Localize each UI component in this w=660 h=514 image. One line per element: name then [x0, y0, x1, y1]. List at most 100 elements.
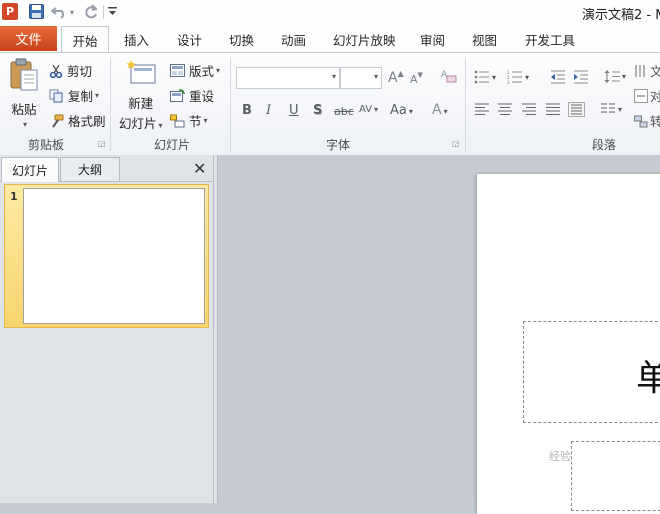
group-divider	[230, 57, 231, 151]
text-shadow-button[interactable]: S	[313, 103, 322, 118]
slide-thumbnail[interactable]	[23, 188, 205, 324]
reset-label: 重设	[189, 89, 215, 104]
change-case-button[interactable]: Aa ▾	[390, 103, 413, 118]
tab-home[interactable]: 开始	[61, 26, 109, 53]
change-case-dropdown-icon: ▾	[408, 107, 413, 116]
character-spacing-button[interactable]: AV ▾	[359, 104, 378, 115]
save-icon[interactable]	[28, 3, 44, 19]
change-case-label: Aa	[390, 103, 407, 118]
tab-animations[interactable]: 动画	[281, 30, 306, 49]
redo-icon[interactable]	[82, 3, 100, 21]
columns-icon	[601, 103, 615, 113]
tab-review[interactable]: 审阅	[420, 30, 445, 49]
clipboard-launcher-icon[interactable]: ◲	[98, 139, 106, 148]
grow-font-button[interactable]: A ▲	[388, 69, 404, 86]
grow-font-label: A	[388, 69, 398, 86]
paste-icon	[10, 58, 38, 91]
font-color-dropdown-icon: ▾	[443, 107, 448, 116]
font-color-button[interactable]: A ▾	[432, 102, 448, 118]
customize-quick-access-icon[interactable]	[107, 3, 117, 21]
new-slide-label-line2: 幻灯片	[119, 116, 157, 131]
title-bar: P ▾ 演示文稿2 - M	[0, 0, 660, 25]
text-direction-label: 文	[650, 64, 660, 79]
undo-icon[interactable]	[50, 3, 68, 21]
increase-indent-icon[interactable]	[573, 70, 589, 84]
font-color-label: A	[432, 102, 442, 118]
numbering-icon: 123	[507, 70, 522, 84]
layout-label: 版式	[189, 64, 215, 79]
cut-button[interactable]: 剪切	[49, 61, 92, 80]
align-left-icon[interactable]	[474, 103, 490, 116]
bullets-button[interactable]: ▾	[474, 70, 496, 84]
clear-formatting-icon[interactable]: A	[440, 67, 457, 84]
character-spacing-label: AV	[359, 104, 373, 115]
slide-number: 1	[10, 190, 18, 203]
tab-slides-view[interactable]: 幻灯片	[1, 157, 59, 182]
align-text-label: 对	[650, 89, 660, 104]
columns-dropdown-icon: ▾	[618, 105, 623, 114]
undo-dropdown-icon[interactable]: ▾	[68, 3, 76, 21]
new-slide-dropdown-icon: ▾	[158, 121, 163, 130]
tab-design[interactable]: 设计	[177, 30, 202, 49]
text-direction-icon	[635, 64, 645, 77]
font-name-dropdown-icon[interactable]: ▾	[332, 72, 336, 81]
scissors-icon	[49, 64, 63, 78]
section-button[interactable]: 节 ▾	[170, 111, 208, 130]
tab-transitions[interactable]: 切换	[229, 30, 254, 49]
format-painter-button[interactable]: 格式刷	[49, 111, 106, 130]
svg-text:3: 3	[507, 80, 510, 84]
reset-button[interactable]: 重设	[170, 86, 214, 105]
line-spacing-button[interactable]: ▾	[604, 69, 626, 84]
tab-file[interactable]: 文件	[0, 26, 57, 51]
tab-slide-show[interactable]: 幻灯片放映	[333, 30, 396, 49]
quick-access-divider	[103, 5, 104, 19]
reset-icon	[170, 88, 185, 102]
close-panel-icon[interactable]: ✕	[193, 159, 206, 178]
font-group-label: 字体	[326, 138, 351, 152]
distributed-align-icon[interactable]	[568, 102, 585, 117]
bullets-dropdown-icon: ▾	[492, 72, 497, 82]
convert-label: 转	[650, 114, 660, 129]
tab-outline-view[interactable]: 大纲	[60, 157, 120, 181]
tab-developer[interactable]: 开发工具	[525, 30, 575, 49]
font-size-dropdown-icon[interactable]: ▾	[374, 72, 378, 81]
bold-button[interactable]: B	[242, 103, 252, 118]
new-slide-button[interactable]: 新建 幻灯片 ▾	[119, 59, 163, 132]
copy-button[interactable]: 复制 ▾	[49, 86, 99, 105]
decrease-indent-icon[interactable]	[550, 70, 566, 84]
tab-view[interactable]: 视图	[472, 30, 497, 49]
text-direction-button[interactable]: 文	[634, 61, 660, 80]
underline-button[interactable]: U	[289, 103, 299, 118]
new-slide-icon	[126, 60, 156, 84]
title-placeholder-text: 单	[636, 358, 660, 399]
align-text-button[interactable]: 对	[634, 86, 660, 105]
slides-panel-tabs: 幻灯片 大纲 ✕	[0, 156, 213, 182]
document-title: 演示文稿2 - M	[582, 8, 660, 23]
shrink-font-label: A	[410, 72, 418, 86]
paste-button[interactable]: 粘贴 ▾	[9, 58, 39, 129]
powerpoint-app-icon[interactable]: P	[2, 3, 18, 20]
shrink-font-button[interactable]: A ▼	[410, 71, 423, 87]
cut-label: 剪切	[67, 64, 93, 79]
numbering-button[interactable]: 123 ▾	[507, 70, 529, 84]
font-size-combo[interactable]: ▾	[340, 67, 382, 89]
font-launcher-icon[interactable]: ◲	[452, 139, 460, 148]
align-right-icon[interactable]	[521, 103, 537, 116]
numbering-dropdown-icon: ▾	[525, 72, 530, 82]
ribbon-tab-bar: 文件 开始 插入 设计 切换 动画 幻灯片放映 审阅 视图 开发工具	[0, 25, 660, 53]
align-text-icon	[634, 88, 648, 103]
columns-button[interactable]: ▾	[600, 103, 622, 116]
convert-to-smartart-button[interactable]: 转	[634, 111, 660, 130]
italic-button[interactable]: I	[266, 103, 271, 118]
justify-icon[interactable]	[545, 103, 561, 116]
section-dropdown-icon: ▾	[203, 116, 208, 125]
clipboard-group-label: 剪贴板	[28, 138, 65, 152]
subtitle-placeholder[interactable]	[571, 441, 660, 511]
tab-insert[interactable]: 插入	[124, 30, 149, 49]
layout-button[interactable]: 版式 ▾	[170, 61, 220, 80]
strikethrough-button[interactable]: abc	[334, 105, 354, 118]
copy-label: 复制	[68, 89, 94, 104]
format-painter-label: 格式刷	[68, 114, 106, 129]
align-center-icon[interactable]	[497, 103, 513, 116]
font-name-combo[interactable]: ▾	[236, 67, 340, 89]
